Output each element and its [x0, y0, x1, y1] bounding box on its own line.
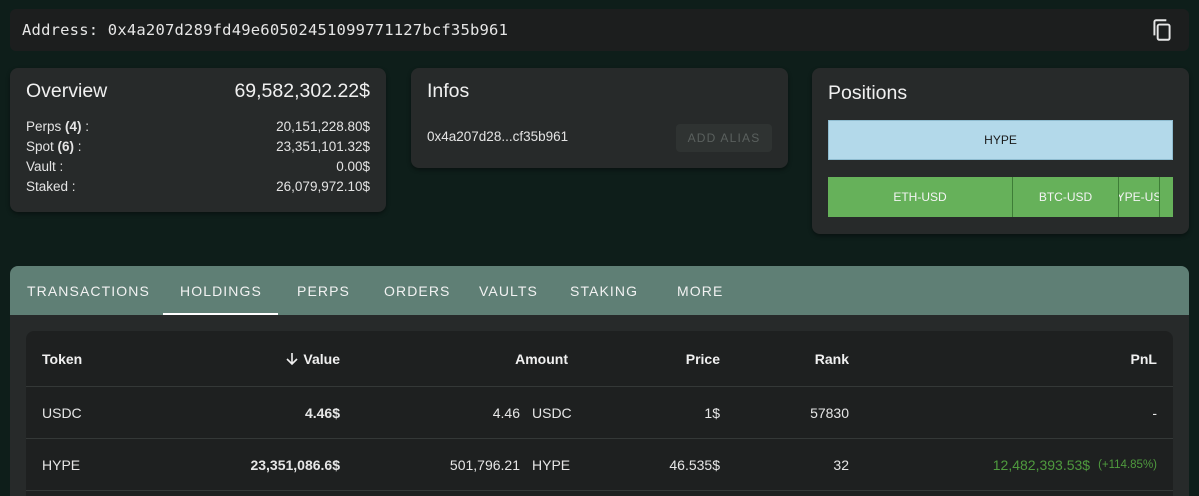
address-bar: Address: 0x4a207d289fd49e605024510997711… [10, 9, 1189, 51]
tab-holdings[interactable]: HOLDINGS [163, 266, 278, 315]
overview-row-perps: Perps (4) : 20,151,228.80$ [26, 119, 370, 134]
cell-value: 23,351,086.6$ [250, 456, 340, 473]
tab-transactions[interactable]: TRANSACTIONS [27, 266, 150, 315]
position-block-other[interactable] [1160, 177, 1173, 217]
cell-amount: 501,796.21 [449, 456, 520, 473]
overview-row-vault: Vault : 0.00$ [26, 159, 370, 174]
cell-amount-token: HYPE [532, 456, 571, 473]
tab-staking[interactable]: STAKING [570, 266, 638, 315]
header-token[interactable]: Token [42, 331, 82, 386]
table-row[interactable]: USDC 4.46$ 4.46 USDC 1$ 57830 - [26, 387, 1173, 439]
cell-price: 46.535$ [669, 456, 720, 473]
cell-price: 1$ [704, 404, 720, 421]
header-pnl[interactable]: PnL [1131, 331, 1157, 386]
cell-pnl: - [1152, 404, 1157, 421]
overview-value: 20,151,228.80$ [276, 119, 370, 134]
cell-value: 4.46$ [304, 404, 340, 421]
overview-label: Vault : [26, 159, 64, 174]
add-alias-button[interactable]: ADD ALIAS [676, 124, 772, 152]
cell-amount-token: USDC [532, 404, 572, 421]
position-block-hype-usd[interactable]: HYPE-USD [1119, 177, 1160, 217]
overview-value: 23,351,101.32$ [276, 139, 370, 154]
position-label: HYPE-USD [1119, 190, 1159, 204]
pnl-amount: 12,482,393.53$ [992, 456, 1091, 473]
table-row[interactable]: HYPE 23,351,086.6$ 501,796.21 HYPE 46.53… [26, 439, 1173, 491]
overview-count: (6) [57, 139, 75, 154]
position-block-hype[interactable]: HYPE [828, 120, 1173, 160]
infos-title: Infos [427, 80, 470, 102]
holdings-table: Token Value Amount Price Rank PnL USDC 4… [26, 331, 1173, 496]
cell-amount: 4.46 [492, 404, 520, 421]
header-amount[interactable]: Amount [515, 331, 568, 386]
tab-orders[interactable]: ORDERS [384, 266, 451, 315]
overview-label: Spot [26, 139, 54, 154]
overview-label: Staked : [26, 179, 76, 194]
infos-card: Infos 0x4a207d28...cf35b961 ADD ALIAS [411, 68, 788, 168]
arrow-down-icon [285, 352, 299, 366]
cell-rank: 32 [833, 456, 849, 473]
overview-suffix: : [74, 139, 82, 154]
position-block-btc-usd[interactable]: BTC-USD [1013, 177, 1119, 217]
overview-title: Overview [26, 80, 108, 102]
cell-token: HYPE [42, 456, 81, 473]
position-block-eth-usd[interactable]: ETH-USD [828, 177, 1013, 217]
header-rank[interactable]: Rank [815, 331, 849, 386]
address-text: Address: 0x4a207d289fd49e605024510997711… [22, 21, 509, 39]
overview-suffix: : [81, 119, 90, 134]
header-price[interactable]: Price [686, 331, 720, 386]
overview-row-staked: Staked : 26,079,972.10$ [26, 179, 370, 194]
tab-bar: TRANSACTIONS HOLDINGS PERPS ORDERS VAULT… [10, 266, 1189, 315]
tab-vaults[interactable]: VAULTS [479, 266, 538, 315]
table-header: Token Value Amount Price Rank PnL [26, 331, 1173, 387]
tab-more[interactable]: MORE [677, 266, 723, 315]
overview-value: 26,079,972.10$ [276, 179, 370, 194]
positions-title: Positions [828, 82, 908, 104]
positions-card: Positions HYPE ETH-USD BTC-USD HYPE-USD [812, 68, 1189, 234]
overview-card: Overview 69,582,302.22$ Perps (4) : 20,1… [10, 68, 386, 212]
cell-rank: 57830 [810, 404, 849, 421]
overview-count: (4) [65, 119, 82, 134]
holdings-panel: Token Value Amount Price Rank PnL USDC 4… [10, 315, 1189, 496]
overview-total: 69,582,302.22$ [234, 80, 370, 102]
header-value[interactable]: Value [285, 331, 340, 386]
overview-value: 0.00$ [336, 159, 370, 174]
pnl-percent: (+114.85%) [1098, 458, 1157, 471]
copy-icon[interactable] [1149, 17, 1175, 43]
overview-label: Perps [26, 119, 62, 134]
tab-perps[interactable]: PERPS [297, 266, 350, 315]
cell-pnl: 12,482,393.53$ (+114.85%) [993, 439, 1157, 490]
cell-token: USDC [42, 404, 82, 421]
overview-row-spot: Spot (6) : 23,351,101.32$ [26, 139, 370, 154]
header-value-label: Value [303, 350, 340, 367]
infos-short-address: 0x4a207d28...cf35b961 [427, 129, 569, 144]
